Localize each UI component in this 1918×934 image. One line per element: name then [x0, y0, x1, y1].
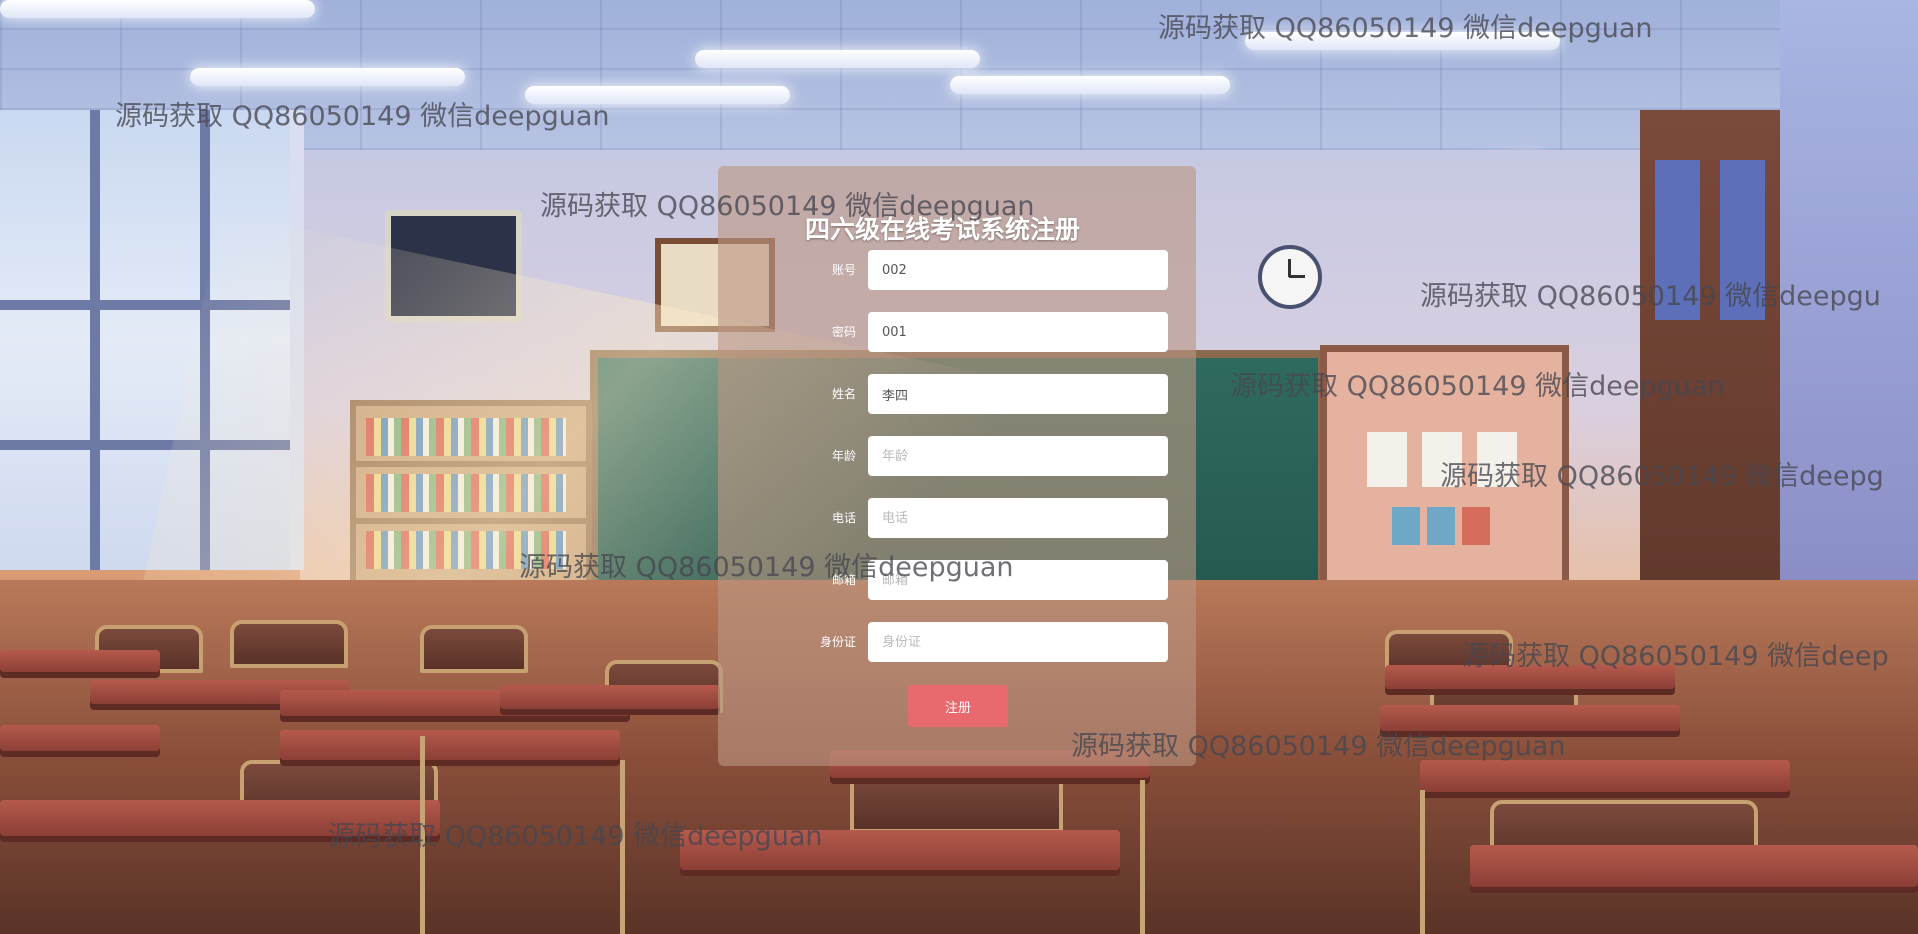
email-label: 邮箱 [831, 573, 856, 587]
name-label: 姓名 [831, 387, 856, 401]
ceiling-light [1245, 32, 1560, 50]
poster [1462, 507, 1490, 545]
account-input[interactable] [868, 250, 1168, 290]
desk [1470, 845, 1918, 887]
poster [1427, 507, 1455, 545]
desk [280, 730, 620, 760]
wall-clock [1258, 245, 1322, 309]
door-window [1655, 160, 1700, 320]
notice-paper [1422, 432, 1462, 487]
account-row: 账号 [800, 250, 1170, 290]
poster [1392, 507, 1420, 545]
password-label: 密码 [831, 325, 856, 339]
desk [1420, 760, 1790, 792]
email-row: 邮箱 [800, 560, 1170, 600]
notice-paper [1367, 432, 1407, 487]
desk-leg [420, 736, 425, 934]
chair [420, 625, 528, 673]
age-label: 年龄 [831, 449, 856, 463]
desk-leg [1140, 780, 1145, 934]
desk [0, 800, 440, 836]
chair [230, 620, 348, 668]
id-card-input[interactable] [868, 622, 1168, 662]
chair [850, 770, 1063, 833]
desk [500, 685, 720, 709]
ceiling-light [525, 86, 790, 104]
desk [1385, 665, 1675, 689]
ceiling-light [950, 76, 1230, 94]
ceiling-light [695, 50, 980, 68]
name-row: 姓名 [800, 374, 1170, 414]
password-input[interactable] [868, 312, 1168, 352]
desk-leg [1420, 790, 1425, 934]
desk [680, 830, 1120, 870]
account-label: 账号 [831, 263, 856, 277]
email-input[interactable] [868, 560, 1168, 600]
phone-row: 电话 [800, 498, 1170, 538]
id-card-row: 身份证 [800, 622, 1170, 662]
register-button[interactable]: 注册 [908, 685, 1008, 727]
page-title: 四六级在线考试系统注册 [805, 215, 1081, 244]
password-row: 密码 [800, 312, 1170, 352]
phone-label: 电话 [831, 511, 856, 525]
door-window [1720, 160, 1765, 320]
desk [0, 650, 160, 672]
desk [0, 725, 160, 751]
ceiling-light [190, 68, 465, 86]
age-input[interactable] [868, 436, 1168, 476]
age-row: 年龄 [800, 436, 1170, 476]
notice-paper [1477, 432, 1517, 487]
phone-input[interactable] [868, 498, 1168, 538]
name-input[interactable] [868, 374, 1168, 414]
bulletin-board [1320, 345, 1569, 594]
desk-leg [620, 760, 625, 934]
ceiling-light [0, 0, 315, 18]
id-card-label: 身份证 [819, 635, 856, 649]
desk [1380, 705, 1680, 731]
window-frame [90, 110, 100, 570]
